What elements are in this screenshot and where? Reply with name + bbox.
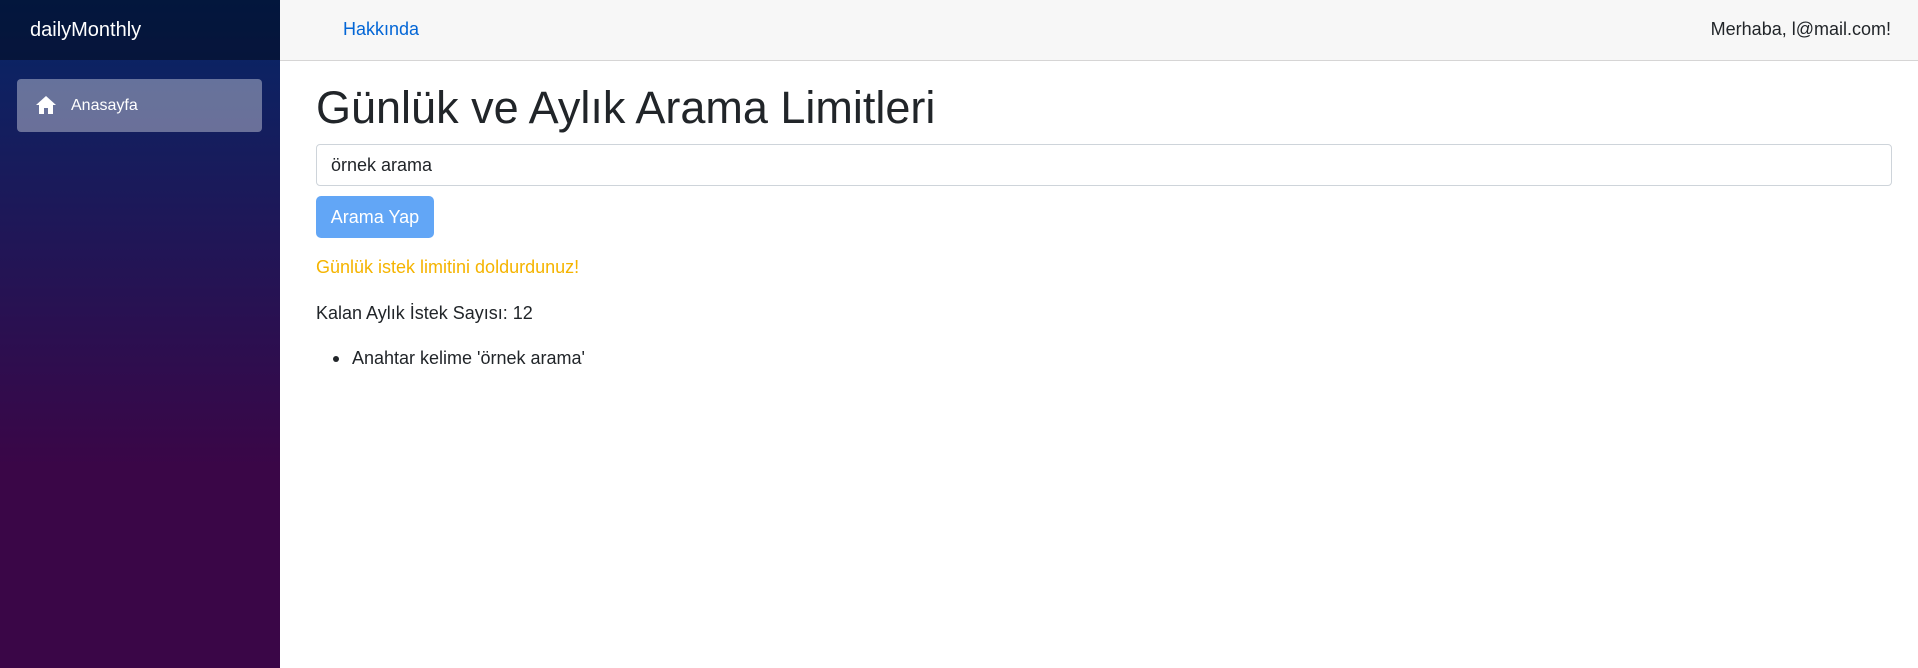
brand-title[interactable]: dailyMonthly (0, 0, 280, 60)
bullet-icon (333, 356, 339, 362)
remaining-requests: Kalan Aylık İstek Sayısı: 12 (316, 303, 533, 324)
home-icon (35, 95, 59, 117)
top-bar: Hakkında Merhaba, l@mail.com! (280, 0, 1918, 61)
daily-limit-warning: Günlük istek limitini doldurdunuz! (316, 257, 580, 277)
user-greeting: Merhaba, l@mail.com! (1710, 19, 1891, 39)
about-link[interactable]: Hakkında (343, 19, 419, 40)
remaining-requests-count: 12 (512, 303, 533, 323)
page-title: Günlük ve Aylık Arama Limitleri (316, 82, 936, 133)
sidebar-item-label: Anasayfa (71, 96, 138, 114)
list-item: Anahtar kelime 'örnek arama' (316, 348, 585, 369)
sidebar: dailyMonthly Anasayfa (0, 0, 280, 668)
remaining-requests-label: Kalan Aylık İstek Sayısı: (316, 303, 508, 323)
sidebar-item-home[interactable]: Anasayfa (17, 79, 262, 132)
keyword-list: Anahtar kelime 'örnek arama' (316, 348, 585, 369)
search-button[interactable]: Arama Yap (316, 196, 434, 238)
keyword-text: Anahtar kelime 'örnek arama' (352, 348, 585, 368)
search-input[interactable] (316, 144, 1892, 186)
